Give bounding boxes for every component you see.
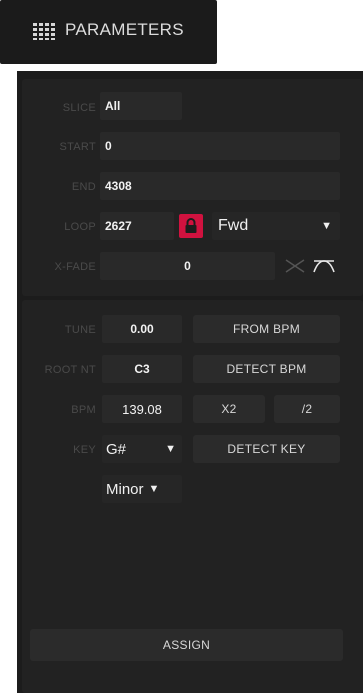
chevron-down-icon: ▼	[165, 443, 176, 455]
header-title: PARAMETERS	[65, 20, 184, 39]
root-note-label: ROOT NT	[44, 364, 96, 376]
loop-field[interactable]: 2627	[100, 212, 174, 240]
key-dropdown[interactable]: G# ▼	[102, 435, 182, 463]
loop-label: LOOP	[64, 221, 96, 233]
slice-field[interactable]: All	[100, 92, 182, 120]
xfade-field[interactable]: 0	[100, 252, 275, 280]
direction-dropdown[interactable]: Fwd ▼	[212, 212, 340, 240]
end-label: END	[71, 181, 96, 193]
x2-button[interactable]: X2	[193, 395, 265, 423]
detect-bpm-button[interactable]: DETECT BPM	[193, 355, 340, 383]
tune-label: TUNE	[64, 324, 96, 336]
bpm-label: BPM	[71, 404, 96, 416]
root-note-field[interactable]: C3	[102, 355, 182, 383]
slice-section: SLICE All START 0 END 4308 LOOP 2627 Fwd…	[22, 79, 363, 296]
key-value: G#	[106, 440, 127, 458]
parameters-header: PARAMETERS	[0, 0, 217, 64]
grid-icon	[33, 23, 55, 40]
lock-icon[interactable]	[179, 214, 203, 238]
tune-section: TUNE 0.00 FROM BPM ROOT NT C3 DETECT BPM…	[22, 300, 363, 693]
direction-value: Fwd	[218, 217, 249, 234]
scale-value: Minor	[106, 480, 144, 498]
linear-crossfade-icon[interactable]	[284, 258, 306, 274]
bpm-field[interactable]: 139.08	[102, 395, 182, 423]
assign-button[interactable]: ASSIGN	[30, 629, 343, 661]
slice-label: SLICE	[62, 102, 96, 114]
parameters-panel: SLICE All START 0 END 4308 LOOP 2627 Fwd…	[17, 71, 363, 693]
end-field[interactable]: 4308	[100, 172, 340, 200]
start-label: START	[59, 141, 96, 153]
from-bpm-button[interactable]: FROM BPM	[193, 315, 340, 343]
detect-key-button[interactable]: DETECT KEY	[193, 435, 340, 463]
xfade-label: X-FADE	[54, 261, 96, 273]
key-label: KEY	[73, 444, 96, 456]
chevron-down-icon: ▼	[148, 483, 160, 495]
tune-field[interactable]: 0.00	[102, 315, 182, 343]
half-button[interactable]: /2	[274, 395, 340, 423]
scale-dropdown[interactable]: Minor ▼	[102, 475, 182, 503]
start-field[interactable]: 0	[100, 132, 340, 160]
chevron-down-icon: ▼	[321, 220, 332, 232]
curved-crossfade-icon[interactable]	[312, 258, 336, 274]
